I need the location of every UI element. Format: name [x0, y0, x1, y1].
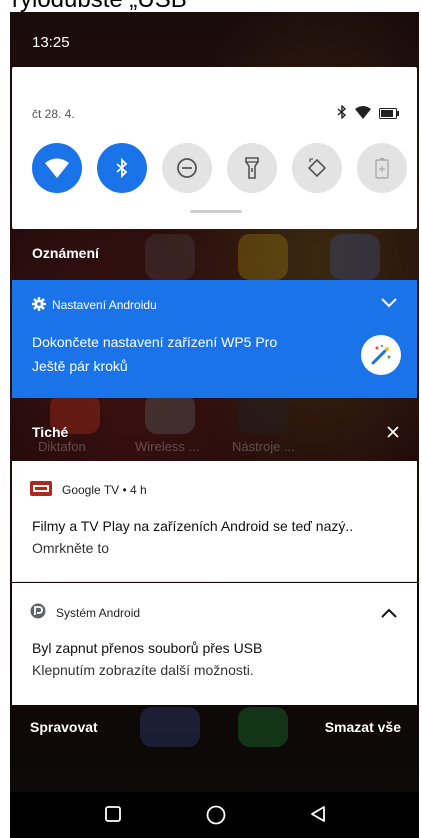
notification-title: Byl zapnut přenos souborů přes USB — [32, 640, 263, 656]
qs-drag-handle[interactable] — [190, 210, 242, 213]
notification-text: Ještě pár kroků — [32, 358, 128, 374]
background-app-label: Wireless ... — [135, 439, 200, 454]
do-not-disturb-tile[interactable] — [162, 143, 212, 193]
wifi-tile[interactable] — [32, 143, 82, 193]
battery-saver-icon — [375, 158, 389, 179]
android-system-icon — [30, 603, 46, 622]
notification-time: • 4 h — [119, 483, 147, 497]
notification-text: Klepnutím zobrazíte další možnosti. — [32, 662, 254, 678]
wifi-icon — [45, 158, 69, 178]
manage-button[interactable]: Spravovat — [30, 719, 98, 735]
background-app-icon — [140, 707, 200, 747]
status-time: 13:25 — [32, 34, 70, 51]
settings-gear-icon — [32, 297, 46, 316]
back-icon[interactable] — [310, 806, 326, 827]
qs-date[interactable]: čt 28. 4. — [32, 107, 75, 121]
setup-notification[interactable]: Nastavení Androidu Dokončete nastavení z… — [12, 280, 417, 398]
notification-app-name: Google TV — [62, 483, 120, 497]
qs-tiles — [32, 143, 407, 193]
notification-header: Systém Android — [30, 603, 140, 622]
flashlight-icon — [245, 157, 259, 179]
do-not-disturb-icon — [177, 158, 197, 178]
background-app-icon — [145, 234, 195, 280]
quick-settings-panel: čt 28. 4. — [12, 67, 417, 229]
flashlight-tile[interactable] — [227, 143, 277, 193]
bluetooth-icon — [337, 104, 347, 124]
background-app-icon — [238, 234, 288, 280]
bluetooth-tile[interactable] — [97, 143, 147, 193]
magic-wand-icon — [361, 335, 401, 375]
notification-title: Filmy a TV Play na zařízeních Android se… — [32, 518, 354, 534]
recents-icon[interactable] — [105, 806, 121, 827]
google-tv-notification[interactable]: Google TV • 4 h Filmy a TV Play na zaříz… — [12, 461, 417, 582]
auto-rotate-tile[interactable] — [292, 143, 342, 193]
navigation-bar — [10, 792, 419, 838]
caption-strip: rylodubste „USB ” — [0, 0, 422, 12]
notification-app-name: Nastavení Androidu — [52, 298, 157, 312]
battery-icon — [379, 106, 399, 124]
background-app-icon — [145, 394, 195, 434]
battery-saver-tile[interactable] — [357, 143, 407, 193]
bluetooth-icon — [116, 158, 128, 178]
notification-header: Google TV • 4 h — [30, 481, 147, 499]
background-app-icon — [238, 707, 288, 747]
background-app-icon — [330, 234, 380, 280]
phone-screen: Diktafon Wireless ... Nástroje ... 13:25… — [10, 12, 419, 838]
usb-notification[interactable]: Systém Android Byl zapnut přenos souborů… — [12, 583, 417, 705]
wifi-signal-icon — [355, 105, 371, 124]
clear-all-button[interactable]: Smazat vše — [325, 719, 401, 735]
collapse-chevron-icon[interactable] — [381, 605, 397, 623]
background-app-icon — [238, 394, 288, 434]
qs-status-icons — [337, 104, 399, 124]
google-tv-icon — [30, 481, 52, 499]
notification-text: Omrkněte to — [32, 540, 110, 556]
background-app-label: Nástroje ... — [232, 439, 295, 454]
close-icon[interactable] — [387, 422, 399, 443]
home-icon[interactable] — [206, 805, 226, 830]
caption-text: rylodubste „USB ” — [12, 0, 201, 12]
expand-chevron-icon[interactable] — [381, 295, 397, 313]
notification-title: Dokončete nastavení zařízení WP5 Pro — [32, 334, 278, 350]
notifications-section-label: Oznámení — [32, 245, 99, 261]
auto-rotate-icon — [307, 158, 327, 178]
notification-app-name: Systém Android — [56, 605, 141, 620]
silent-section-label: Tiché — [32, 424, 69, 440]
background-app-label: Diktafon — [38, 439, 86, 454]
